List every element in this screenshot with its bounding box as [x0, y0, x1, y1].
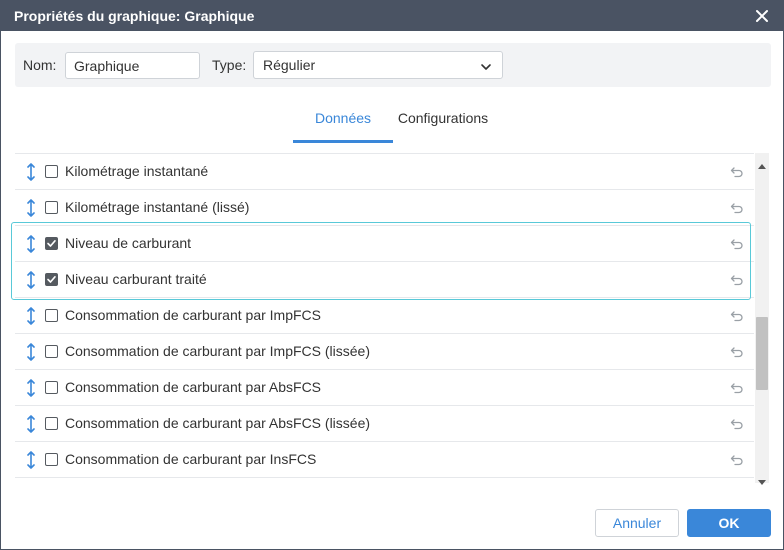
properties-toolbar: Nom: Type: Régulier	[15, 43, 771, 87]
dialog-title: Propriétés du graphique: Graphique	[14, 8, 255, 24]
sensor-label: Kilométrage instantané (lissé)	[65, 199, 250, 215]
drag-handle-icon[interactable]	[26, 271, 36, 289]
sensor-label: Niveau de carburant	[65, 235, 192, 251]
drag-handle-icon[interactable]	[26, 415, 36, 433]
sensor-label: Consommation de carburant par ImpFCS	[65, 307, 321, 323]
drag-handle-icon[interactable]	[26, 235, 36, 253]
dialog-titlebar: Propriétés du graphique: Graphique	[1, 1, 783, 31]
sensor-checkbox[interactable]	[45, 345, 58, 358]
name-input[interactable]	[65, 52, 200, 79]
undo-icon[interactable]	[730, 237, 744, 251]
tab-donnees[interactable]: Données	[293, 109, 393, 143]
name-label: Nom:	[23, 57, 57, 73]
list-item: Consommation de carburant par ImpFCS	[15, 298, 754, 334]
drag-handle-icon[interactable]	[26, 199, 36, 217]
sensor-checkbox[interactable]	[45, 381, 58, 394]
sensor-label: Consommation de carburant par AbsFCS (li…	[65, 415, 371, 431]
sensor-label: Niveau carburant traité	[65, 271, 207, 287]
scroll-up-icon[interactable]	[758, 156, 766, 169]
drag-handle-icon[interactable]	[26, 307, 36, 325]
sensor-checkbox[interactable]	[45, 273, 58, 286]
list-item: Consommation de carburant par AbsFCS	[15, 370, 754, 406]
sensor-checkbox[interactable]	[45, 237, 58, 250]
sensor-label: Kilométrage instantané	[65, 163, 209, 179]
drag-handle-icon[interactable]	[26, 343, 36, 361]
type-select[interactable]: Régulier	[253, 51, 503, 79]
list-item: Kilométrage instantané (lissé)	[15, 190, 754, 226]
undo-icon[interactable]	[730, 165, 744, 179]
undo-icon[interactable]	[730, 417, 744, 431]
list-item: Consommation de carburant par AbsFCS (li…	[15, 406, 754, 442]
list-item: Consommation de carburant par InsFCS	[15, 442, 754, 478]
tab-configurations[interactable]: Configurations	[393, 109, 493, 143]
sensor-list: Kilométrage instantané Kilométrage insta…	[15, 153, 754, 483]
undo-icon[interactable]	[730, 273, 744, 287]
sensor-label: Consommation de carburant par AbsFCS	[65, 379, 322, 395]
undo-icon[interactable]	[730, 309, 744, 323]
undo-icon[interactable]	[730, 345, 744, 359]
scrollbar-thumb[interactable]	[756, 317, 768, 390]
drag-handle-icon[interactable]	[26, 163, 36, 181]
type-label: Type:	[212, 57, 247, 73]
chevron-down-icon	[480, 60, 492, 72]
type-select-value: Régulier	[263, 57, 316, 73]
list-scrollbar[interactable]	[755, 153, 769, 485]
chart-properties-dialog: Propriétés du graphique: Graphique Nom: …	[0, 0, 784, 550]
sensor-checkbox[interactable]	[45, 417, 58, 430]
undo-icon[interactable]	[730, 381, 744, 395]
list-item: Kilométrage instantané	[15, 154, 754, 190]
undo-icon[interactable]	[730, 201, 744, 215]
undo-icon[interactable]	[730, 453, 744, 467]
tab-bar: Données Configurations	[1, 101, 783, 143]
sensor-checkbox[interactable]	[45, 453, 58, 466]
list-item: Niveau de carburant	[15, 226, 754, 262]
ok-button[interactable]: OK	[687, 509, 771, 537]
sensor-label: Consommation de carburant par ImpFCS (li…	[65, 343, 371, 359]
sensor-checkbox[interactable]	[45, 165, 58, 178]
sensor-label: Consommation de carburant par InsFCS	[65, 451, 317, 467]
scroll-down-icon[interactable]	[758, 473, 766, 485]
sensor-checkbox[interactable]	[45, 201, 58, 214]
list-item: Consommation de carburant par ImpFCS (li…	[15, 334, 754, 370]
close-icon[interactable]	[753, 7, 771, 25]
list-item: Niveau carburant traité	[15, 262, 754, 298]
drag-handle-icon[interactable]	[26, 451, 36, 469]
cancel-button[interactable]: Annuler	[595, 509, 679, 537]
sensor-checkbox[interactable]	[45, 309, 58, 322]
drag-handle-icon[interactable]	[26, 379, 36, 397]
